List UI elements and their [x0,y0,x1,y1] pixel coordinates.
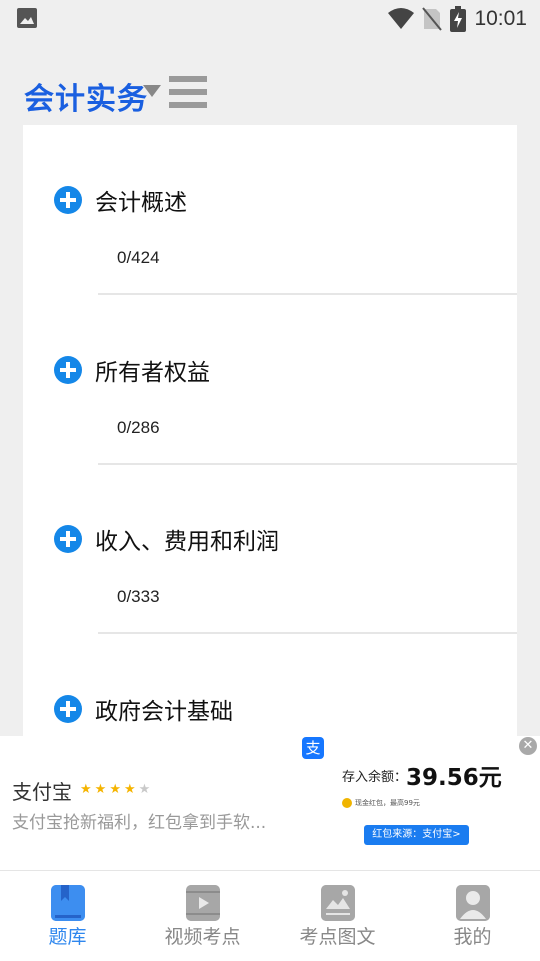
profile-icon [455,885,490,921]
ad-description: 支付宝抢新福利，红包拿到手软... [12,813,267,833]
question-bank-icon [50,885,85,921]
star-icon: ★ [109,782,124,797]
nav-video[interactable]: 视频考点 [135,871,270,961]
alipay-logo-icon: 支 [302,737,324,759]
ad-balance-value: 39.56元 [406,765,502,791]
chapter-title: 收入、费用和利润 [95,529,279,555]
nav-label: 题库 [48,926,87,948]
no-sim-icon [422,7,443,31]
star-icon: ★ [138,782,154,797]
dropdown-caret-icon[interactable] [143,85,161,97]
expand-plus-icon[interactable] [54,356,82,384]
chapter-item[interactable]: 所有者权益 0/286 [23,295,517,465]
wifi-icon [388,8,415,29]
chapter-item[interactable]: 收入、费用和利润 0/333 [23,464,517,634]
nav-question-bank[interactable]: 题库 [0,871,135,961]
nav-label: 视频考点 [164,926,241,948]
status-bar: 10:01 [0,0,540,38]
star-icon: ★ [123,782,139,797]
menu-icon[interactable] [169,76,207,110]
ad-balance-label: 存入余额： [342,770,408,785]
nav-profile[interactable]: 我的 [405,871,540,961]
ad-banner[interactable]: 支付宝 ★★★★★ 支付宝抢新福利，红包拿到手软... 支 ✕ 存入余额： 39… [0,736,540,870]
subject-selector[interactable]: 会计实务 [24,74,148,118]
chapter-item[interactable]: 政府会计基础 [23,634,517,736]
expand-plus-icon[interactable] [54,186,82,214]
nav-image-text[interactable]: 考点图文 [270,871,405,961]
chapter-progress: 0/424 [117,248,160,267]
header: 会计实务 [0,60,540,124]
chapter-item[interactable]: 会计概述 0/424 [23,125,517,295]
star-icon: ★ [94,782,110,797]
ad-source-button[interactable]: 红包来源：支付宝> [364,825,469,845]
video-icon [185,885,220,921]
clock: 10:01 [474,7,527,30]
rating-stars: ★★★★★ [80,782,153,797]
chapter-progress: 0/333 [117,587,160,606]
expand-plus-icon[interactable] [54,525,82,553]
image-text-icon [320,885,355,921]
battery-charging-icon [450,6,467,32]
chapter-progress: 0/286 [117,418,160,437]
chapter-title: 政府会计基础 [95,699,233,725]
chapter-list: 会计概述 0/424 所有者权益 0/286 收入、费用和利润 0/333 政府… [23,125,517,736]
nav-label: 我的 [453,926,492,948]
star-icon: ★ [80,782,95,797]
chapter-title: 所有者权益 [95,360,210,386]
coin-icon [342,798,352,808]
image-icon [17,8,37,28]
close-icon[interactable]: ✕ [519,737,537,755]
ad-small-text: 现金红包，最高99元 [355,799,420,807]
chapter-title: 会计概述 [95,190,187,216]
ad-app-name: 支付宝 [12,780,72,804]
nav-label: 考点图文 [299,926,376,948]
expand-plus-icon[interactable] [54,695,82,723]
bottom-navigation: 题库 视频考点 考点图文 我的 [0,870,540,961]
